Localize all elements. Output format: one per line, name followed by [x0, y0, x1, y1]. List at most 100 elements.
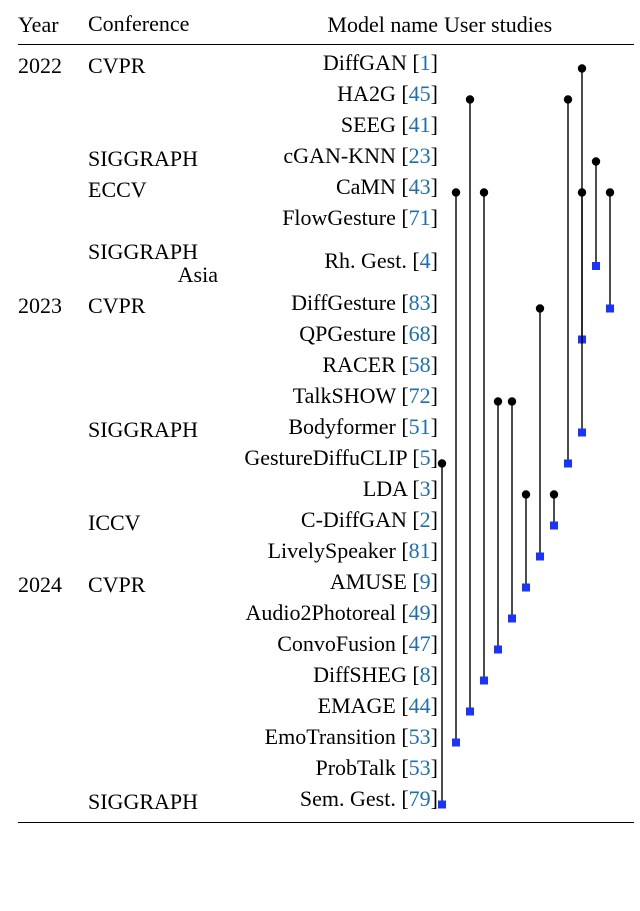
citation[interactable]: 53 [409, 755, 431, 780]
chain-end-square [466, 708, 474, 716]
cell-year [18, 446, 88, 449]
citation[interactable]: 71 [409, 205, 431, 230]
chain-end-square [536, 553, 544, 561]
cell-conference [88, 539, 218, 542]
cell-conference: CVPR [88, 51, 218, 77]
cell-model: LivelySpeaker [81] [218, 539, 444, 563]
citation[interactable]: 9 [420, 569, 431, 594]
chain-end-square [550, 522, 558, 530]
cell-year [18, 353, 88, 356]
chain-end-square [592, 262, 600, 270]
cell-year [18, 632, 88, 635]
citation[interactable]: 5 [420, 445, 431, 470]
citation[interactable]: 58 [409, 352, 431, 377]
cell-model: ConvoFusion [47] [218, 632, 444, 656]
cell-conference: SIGGRAPHAsia [88, 237, 218, 286]
cell-model: cGAN-KNN [23] [218, 144, 444, 168]
cell-conference: SIGGRAPH [88, 415, 218, 441]
chain-start-dot [508, 397, 516, 405]
cell-year [18, 725, 88, 728]
citation[interactable]: 79 [409, 786, 431, 811]
comparison-table: Year Conference Model name User studies … [0, 0, 640, 829]
cell-year [18, 175, 88, 178]
cell-year [18, 756, 88, 759]
chain-start-dot [452, 188, 460, 196]
cell-year [18, 384, 88, 387]
studies-svg [438, 51, 630, 911]
cell-conference: CVPR [88, 570, 218, 596]
cell-model: Sem. Gest. [79] [218, 787, 444, 811]
cell-year [18, 601, 88, 604]
cell-conference: ECCV [88, 175, 218, 201]
citation[interactable]: 83 [409, 290, 431, 315]
citation[interactable]: 23 [409, 143, 431, 168]
citation[interactable]: 47 [409, 631, 431, 656]
header-model: Model name [218, 12, 444, 38]
citation[interactable]: 45 [409, 81, 431, 106]
cell-model: ProbTalk [53] [218, 756, 444, 780]
chain-start-dot [564, 95, 572, 103]
cell-conference [88, 694, 218, 697]
cell-year [18, 206, 88, 209]
cell-year [18, 694, 88, 697]
cell-year: 2022 [18, 51, 88, 78]
citation[interactable]: 53 [409, 724, 431, 749]
cell-year [18, 663, 88, 666]
citation[interactable]: 51 [409, 414, 431, 439]
citation[interactable]: 2 [420, 507, 431, 532]
chain-start-dot [466, 95, 474, 103]
cell-conference [88, 322, 218, 325]
cell-conference [88, 663, 218, 666]
cell-conference [88, 446, 218, 449]
chain-end-square [606, 305, 614, 313]
chain-end-square [508, 615, 516, 623]
chain-start-dot [606, 188, 614, 196]
citation[interactable]: 41 [409, 112, 431, 137]
cell-model: RACER [58] [218, 353, 444, 377]
citation[interactable]: 43 [409, 174, 431, 199]
citation[interactable]: 4 [420, 248, 431, 273]
chain-start-dot [494, 397, 502, 405]
cell-model: Rh. Gest. [4] [218, 237, 444, 273]
cell-conference: SIGGRAPH [88, 144, 218, 170]
cell-conference [88, 601, 218, 604]
cell-model: CaMN [43] [218, 175, 444, 199]
cell-year [18, 237, 88, 240]
citation[interactable]: 1 [420, 50, 431, 75]
cell-conference: CVPR [88, 291, 218, 317]
cell-conference [88, 384, 218, 387]
cell-model: Bodyformer [51] [218, 415, 444, 439]
chain-start-dot [480, 188, 488, 196]
table-header: Year Conference Model name User studies [18, 12, 634, 45]
cell-year [18, 415, 88, 418]
cell-conference [88, 113, 218, 116]
header-year: Year [18, 12, 88, 38]
cell-year [18, 508, 88, 511]
chain-start-dot [592, 157, 600, 165]
citation[interactable]: 72 [409, 383, 431, 408]
cell-model: DiffGesture [83] [218, 291, 444, 315]
cell-model: EmoTransition [53] [218, 725, 444, 749]
cell-year [18, 787, 88, 790]
chain-end-square [480, 677, 488, 685]
chain-start-dot [578, 188, 586, 196]
cell-model: DiffGAN [1] [218, 51, 444, 75]
cell-year [18, 113, 88, 116]
cell-model: FlowGesture [71] [218, 206, 444, 230]
citation[interactable]: 8 [420, 662, 431, 687]
cell-year: 2023 [18, 291, 88, 318]
cell-year [18, 477, 88, 480]
chain-start-dot [536, 304, 544, 312]
cell-model: C-DiffGAN [2] [218, 508, 444, 532]
citation[interactable]: 68 [409, 321, 431, 346]
citation[interactable]: 44 [409, 693, 431, 718]
header-conference: Conference [88, 12, 218, 35]
citation[interactable]: 49 [409, 600, 431, 625]
citation[interactable]: 3 [420, 476, 431, 501]
cell-model: Audio2Photoreal [49] [218, 601, 444, 625]
cell-model: DiffSHEG [8] [218, 663, 444, 687]
cell-model: LDA [3] [218, 477, 444, 501]
chain-start-dot [522, 490, 530, 498]
cell-conference [88, 353, 218, 356]
citation[interactable]: 81 [409, 538, 431, 563]
